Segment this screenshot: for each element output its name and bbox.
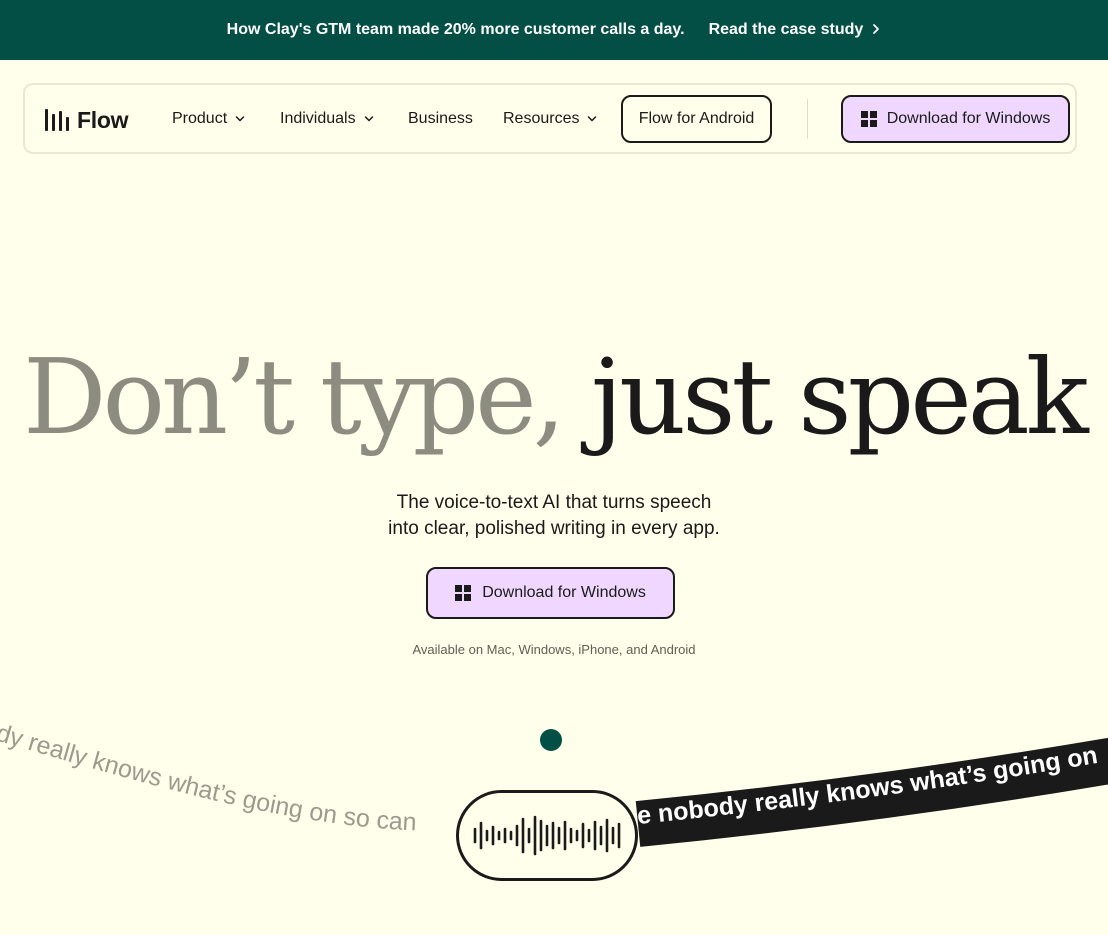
spoken-text: dy really knows what’s going on so can: [0, 719, 417, 837]
audio-waveform-icon: [473, 815, 621, 856]
voice-input-pill[interactable]: [456, 790, 638, 881]
spoken-text-stream: dy really knows what’s going on so can: [0, 719, 417, 837]
